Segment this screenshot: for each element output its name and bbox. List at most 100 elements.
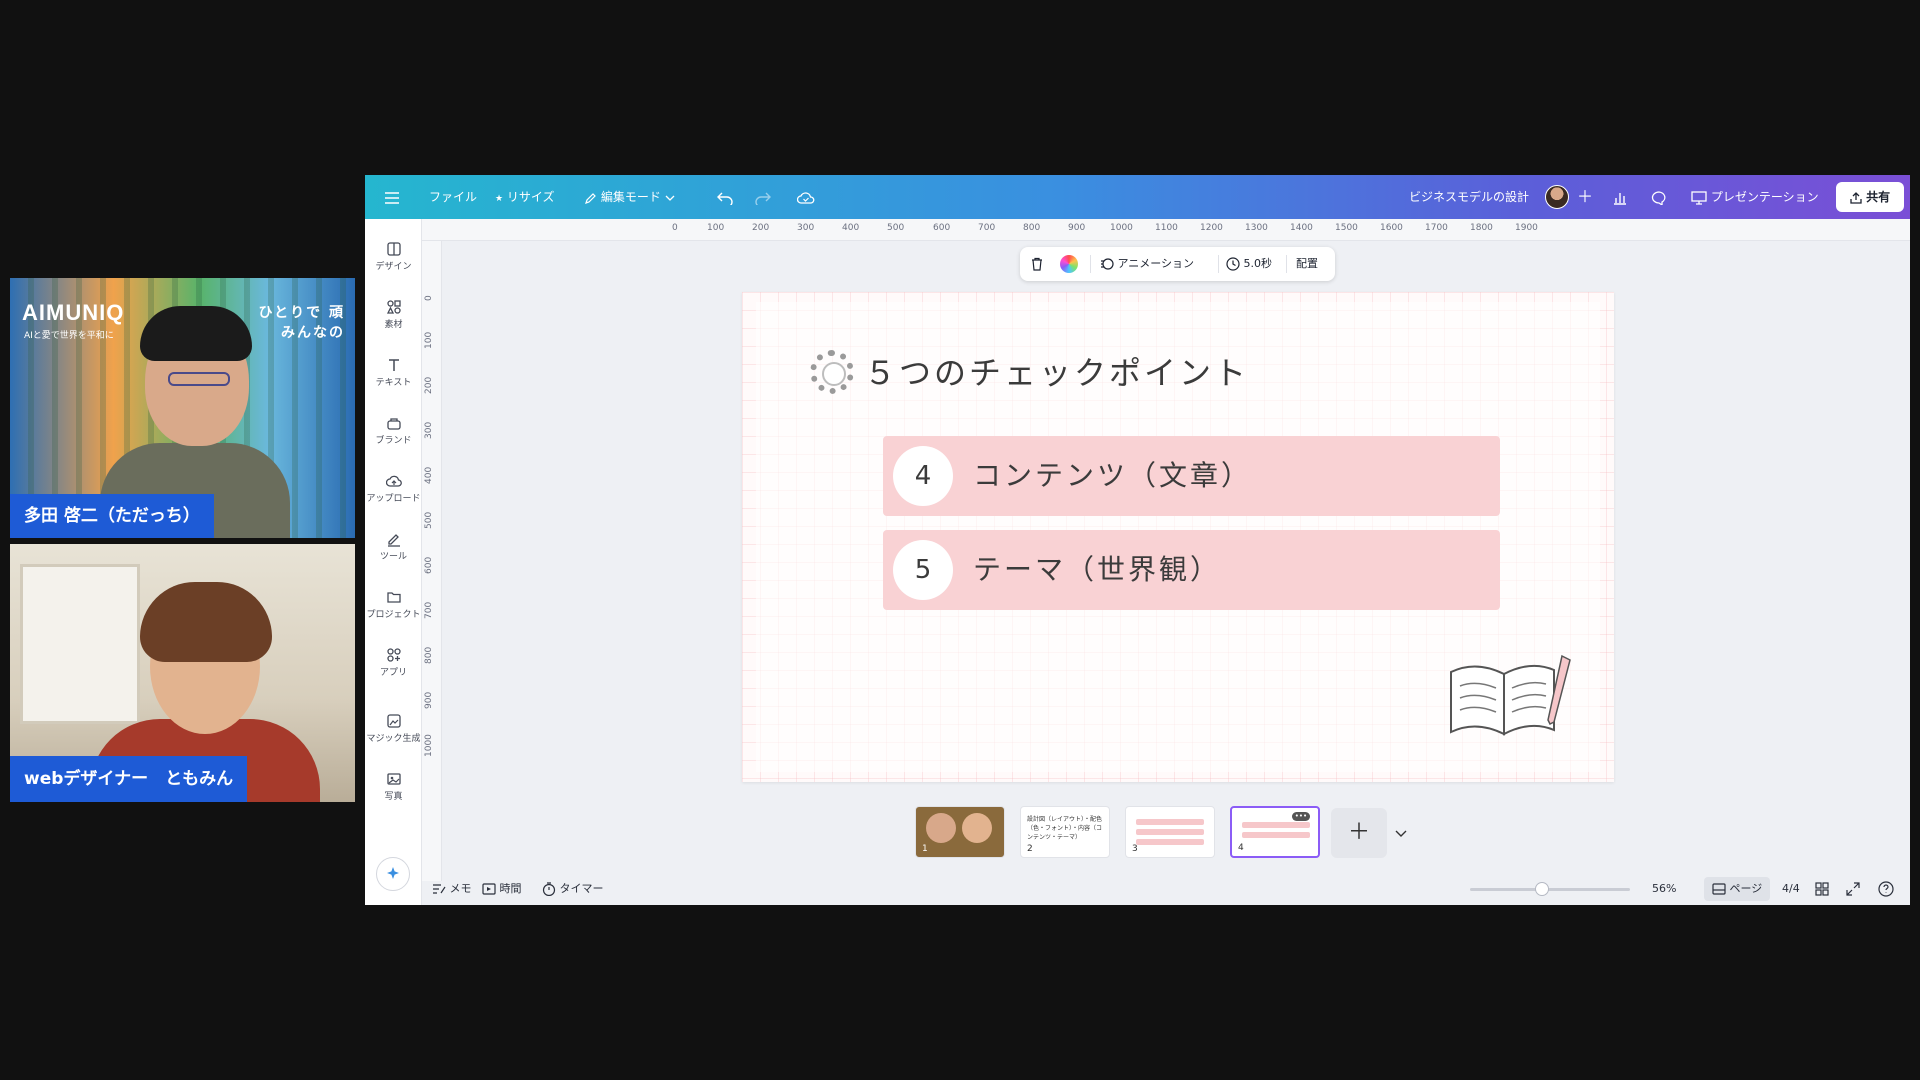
edit-mode-label: 編集モード bbox=[600, 190, 661, 204]
left-sidebar: デザイン 素材 テキスト ブランド アップロード ツール プロジェクト アプリ … bbox=[365, 219, 422, 905]
cloud-save-status[interactable] bbox=[796, 175, 815, 219]
color-button[interactable] bbox=[1060, 247, 1078, 281]
magic-media-icon bbox=[386, 714, 401, 728]
sparkle-icon bbox=[387, 867, 399, 879]
ruler-tick: 300 bbox=[424, 421, 434, 439]
background-catchphrase-1: ひとりで 頑 bbox=[258, 305, 345, 321]
sidebar-item-label: アプリ bbox=[379, 668, 407, 678]
edit-mode-dropdown[interactable]: 編集モード bbox=[585, 175, 675, 219]
cloud-check-icon bbox=[796, 191, 815, 204]
page-thumbnail-1[interactable]: 1 bbox=[915, 806, 1005, 858]
file-menu[interactable]: ファイル bbox=[429, 175, 477, 219]
page-thumbnail-4[interactable]: ••• 4 bbox=[1230, 806, 1320, 858]
sidebar-item-photos[interactable]: 写真 bbox=[365, 767, 422, 817]
ruler-tick: 800 bbox=[1023, 223, 1041, 233]
page-thumbnail-3[interactable]: 3 bbox=[1125, 806, 1215, 858]
resize-button[interactable]: ★ リサイズ bbox=[495, 175, 555, 219]
help-button[interactable] bbox=[1878, 873, 1894, 905]
thumbnail-bar bbox=[1136, 839, 1204, 845]
background-catchphrase-2: みんなの bbox=[281, 325, 345, 341]
ruler-tick: 1200 bbox=[1200, 223, 1223, 233]
sidebar-item-text[interactable]: テキスト bbox=[365, 353, 422, 403]
add-page-button[interactable]: ＋ bbox=[1331, 808, 1387, 858]
undo-icon bbox=[717, 192, 733, 208]
checkpoint-item[interactable]: 4 コンテンツ（文章） bbox=[883, 436, 1500, 516]
page-counter[interactable]: 4/4 bbox=[1782, 873, 1800, 905]
timer-button[interactable]: タイマー bbox=[542, 873, 604, 905]
brand-icon bbox=[386, 418, 401, 430]
sidebar-item-apps[interactable]: アプリ bbox=[365, 643, 422, 693]
ruler-tick: 200 bbox=[752, 223, 770, 233]
page-number: 2 bbox=[1027, 844, 1033, 854]
menu-button[interactable] bbox=[385, 175, 399, 219]
share-button[interactable]: 共有 bbox=[1836, 182, 1904, 212]
share-label: 共有 bbox=[1866, 190, 1891, 204]
undo-button[interactable] bbox=[717, 175, 733, 219]
resize-label: リサイズ bbox=[506, 190, 555, 204]
bottom-toolbar: メモ 時間 タイマー 56% ページ 4/4 bbox=[422, 873, 1910, 905]
animation-label: アニメーション bbox=[1117, 257, 1195, 270]
sidebar-item-label: 素材 bbox=[384, 320, 403, 330]
arrange-button[interactable]: 配置 bbox=[1296, 247, 1318, 281]
checkpoint-number: 5 bbox=[893, 540, 953, 600]
zoom-level[interactable]: 56% bbox=[1652, 873, 1676, 905]
page-thumbnail-2[interactable]: 設計図（レイアウト）・配色（色・フォント）・内容（コンテンツ・テーマ） 2 bbox=[1020, 806, 1110, 858]
participant-video-tadacchi: AIMUNIQ AIと愛で世界を平和に ひとりで 頑 みんなの 多田 啓二（ただ… bbox=[10, 278, 355, 538]
chevron-down-icon bbox=[665, 195, 675, 201]
sidebar-item-projects[interactable]: プロジェクト bbox=[365, 585, 422, 635]
animation-button[interactable]: アニメーション bbox=[1100, 247, 1194, 281]
grid-view-button[interactable] bbox=[1815, 873, 1829, 905]
checkpoint-item[interactable]: 5 テーマ（世界観） bbox=[883, 530, 1500, 610]
ruler-tick: 900 bbox=[424, 691, 434, 709]
sidebar-item-draw[interactable]: ツール bbox=[365, 527, 422, 577]
duration-button[interactable]: 時間 bbox=[482, 873, 522, 905]
timing-button[interactable]: 5.0秒 bbox=[1226, 247, 1272, 281]
ruler-tick: 1100 bbox=[1155, 223, 1178, 233]
editor-window: ファイル ★ リサイズ 編集モード ビジネスモデルの設計 ＋ プレゼンテーション… bbox=[365, 175, 1910, 905]
document-title[interactable]: ビジネスモデルの設計 bbox=[1409, 175, 1529, 219]
user-avatar[interactable] bbox=[1545, 185, 1569, 209]
insights-button[interactable] bbox=[1613, 175, 1627, 219]
sidebar-item-upload[interactable]: アップロード bbox=[365, 469, 422, 519]
thumbnail-illustration bbox=[962, 813, 992, 843]
timer-label: タイマー bbox=[559, 882, 604, 895]
element-toolbar: アニメーション 5.0秒 配置 bbox=[1020, 247, 1335, 281]
bar-chart-icon bbox=[1614, 192, 1626, 205]
redo-button[interactable] bbox=[755, 175, 771, 219]
present-label: プレゼンテーション bbox=[1710, 190, 1819, 204]
thumbnail-bar bbox=[1136, 829, 1204, 835]
clock-icon bbox=[1226, 257, 1240, 271]
delete-button[interactable] bbox=[1030, 247, 1044, 281]
sidebar-item-label: プロジェクト bbox=[366, 610, 421, 620]
sidebar-item-design[interactable]: デザイン bbox=[365, 237, 422, 287]
photo-icon bbox=[386, 773, 401, 785]
sidebar-item-brand[interactable]: ブランド bbox=[365, 411, 422, 461]
add-collaborator-button[interactable]: ＋ bbox=[1577, 175, 1593, 219]
sidebar-item-elements[interactable]: 素材 bbox=[365, 295, 422, 345]
glasses bbox=[168, 372, 230, 386]
slide-title[interactable]: ５つのチェックポイント bbox=[864, 348, 1249, 394]
slide-canvas[interactable]: ５つのチェックポイント 4 コンテンツ（文章） 5 テーマ（世界観） bbox=[742, 292, 1614, 782]
gear-icon bbox=[810, 350, 854, 394]
background-brand-logo: AIMUNIQ bbox=[22, 300, 125, 325]
notes-button[interactable]: メモ bbox=[432, 873, 472, 905]
pages-view-button[interactable]: ページ bbox=[1704, 877, 1771, 901]
page-list-toggle[interactable] bbox=[1395, 808, 1407, 858]
zoom-slider[interactable] bbox=[1470, 888, 1630, 891]
sidebar-item-magic-media[interactable]: マジック生成 bbox=[365, 709, 422, 759]
more-options-icon[interactable]: ••• bbox=[1292, 812, 1310, 821]
checkpoint-label: テーマ（世界観） bbox=[973, 553, 1222, 586]
fullscreen-button[interactable] bbox=[1846, 873, 1860, 905]
thumbnail-bar bbox=[1136, 819, 1204, 825]
ruler-tick: 100 bbox=[707, 223, 725, 233]
ruler-tick: 1700 bbox=[1425, 223, 1448, 233]
duration-icon bbox=[482, 883, 496, 895]
magic-assistant-button[interactable] bbox=[376, 857, 410, 891]
present-button[interactable]: プレゼンテーション bbox=[1691, 175, 1819, 219]
participant-video-tomomin: webデザイナー ともみん bbox=[10, 544, 355, 802]
ruler-tick: 300 bbox=[797, 223, 815, 233]
comment-button[interactable] bbox=[1651, 175, 1667, 219]
hamburger-icon bbox=[385, 191, 399, 204]
zoom-slider-handle[interactable] bbox=[1535, 882, 1549, 896]
comment-icon bbox=[1651, 190, 1666, 206]
